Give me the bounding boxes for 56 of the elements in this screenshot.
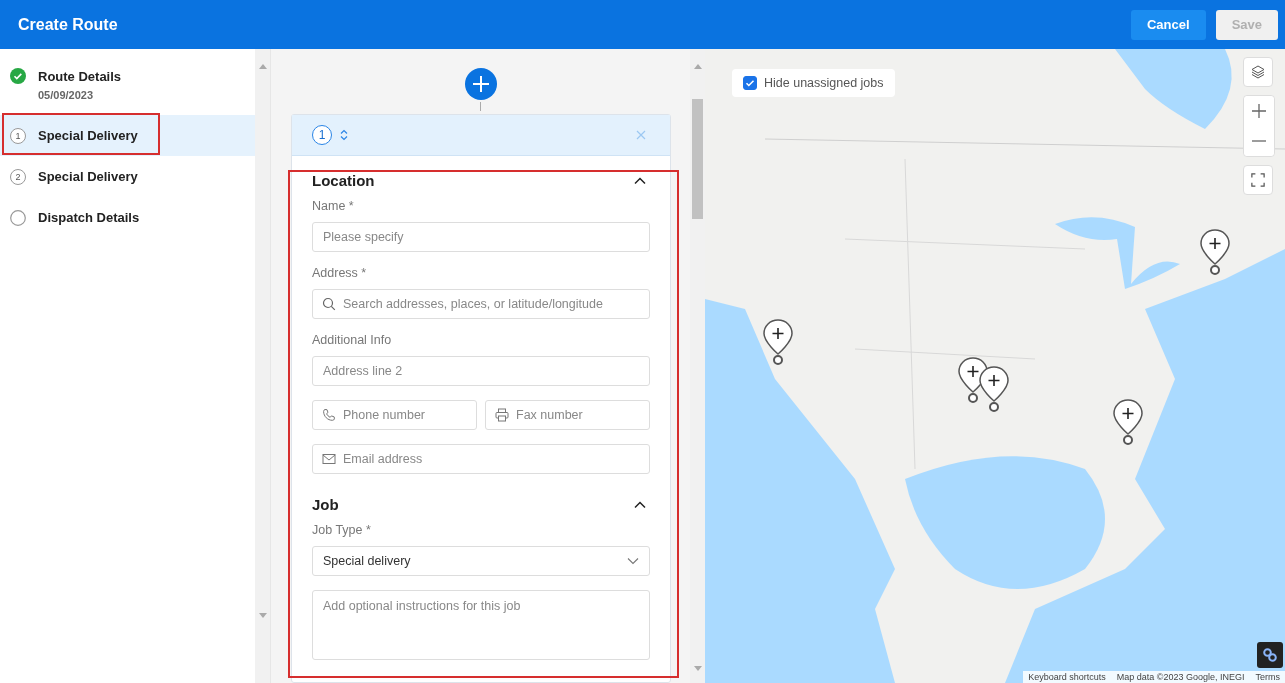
input-field[interactable]: Phone number	[312, 400, 477, 430]
map-pin-icon[interactable]	[762, 318, 794, 368]
section-title: Job	[312, 496, 339, 513]
step-number: 1	[10, 127, 26, 144]
step-item[interactable]: 1 Special Delivery	[0, 115, 255, 156]
field-label: Name *	[312, 199, 355, 213]
check-circle-icon	[10, 68, 26, 84]
terms-link[interactable]: Terms	[1250, 671, 1285, 683]
phone-icon	[322, 408, 336, 422]
layers-button[interactable]	[1243, 57, 1273, 87]
step-item[interactable]: Dispatch Details	[0, 197, 255, 238]
input-field[interactable]: Fax number	[485, 400, 650, 430]
hide-unassigned-checkbox[interactable]: Hide unassigned jobs	[732, 69, 895, 97]
section-title: Location	[312, 172, 375, 189]
step-number: 2	[10, 168, 26, 185]
empty-circle-icon	[10, 209, 26, 226]
step-label: Route Details	[38, 68, 122, 84]
minus-icon	[1251, 140, 1267, 142]
fullscreen-icon	[1251, 173, 1265, 187]
collapse-icon[interactable]	[634, 176, 646, 185]
mail-icon	[322, 452, 336, 466]
add-button[interactable]	[464, 68, 497, 100]
link-icon	[1262, 647, 1278, 663]
step-label: Special Delivery	[38, 128, 138, 143]
scrollbar[interactable]	[255, 49, 270, 683]
job-type-select[interactable]: Special delivery	[312, 546, 650, 576]
search-field[interactable]: Search addresses, places, or latitude/longitude	[312, 289, 650, 319]
step-label: Special Delivery	[38, 169, 138, 184]
layers-icon	[1250, 64, 1266, 80]
map-pin-icon[interactable]	[978, 365, 1010, 415]
chevron-down-icon	[627, 557, 639, 565]
fullscreen-button[interactable]	[1243, 165, 1273, 195]
printer-icon	[495, 408, 509, 422]
field-label: Additional Info	[312, 333, 393, 347]
map-data-text: Map data ©2023 Google, INEGI	[1115, 671, 1246, 683]
collapse-icon[interactable]	[634, 500, 646, 509]
keyboard-shortcuts-link[interactable]: Keyboard shortcuts	[1023, 671, 1111, 683]
sort-icon[interactable]	[340, 129, 348, 141]
input-field[interactable]: Email address	[312, 444, 650, 474]
map-pin-icon[interactable]	[1112, 398, 1144, 448]
step-label: Dispatch Details	[38, 210, 140, 225]
link-button[interactable]	[1257, 642, 1283, 668]
plus-icon	[1251, 103, 1267, 119]
step-item[interactable]: Route Details 05/09/2023	[0, 68, 255, 115]
step-item[interactable]: 2 Special Delivery	[0, 156, 255, 197]
page-title: Create Route	[18, 15, 118, 34]
field-label: Address *	[312, 266, 368, 280]
search-icon	[322, 297, 336, 311]
field-label: Job Type *	[312, 523, 372, 537]
stop-number: 1	[312, 125, 332, 145]
instructions-field[interactable]: Add optional instructions for this job	[312, 590, 650, 660]
input-field[interactable]: Address line 2	[312, 356, 650, 386]
step-date: 05/09/2023	[38, 89, 95, 101]
input-field[interactable]: Please specify	[312, 222, 650, 252]
map-pin-icon[interactable]	[1199, 228, 1231, 278]
plus-icon	[464, 68, 497, 100]
